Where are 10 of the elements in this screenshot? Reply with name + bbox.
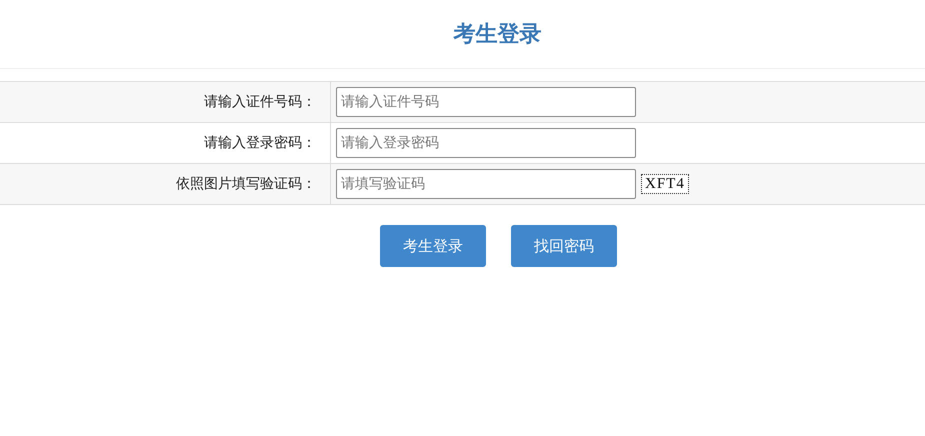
field-label: 请输入登录密码： xyxy=(204,134,316,152)
input-field[interactable]: 请输入登录密码 xyxy=(336,128,636,158)
field-label: 依照图片填写验证码： xyxy=(176,175,316,193)
input-field[interactable]: 请填写验证码 xyxy=(336,169,636,199)
captcha-image[interactable]: XFT4 xyxy=(641,174,689,194)
field-label: 请输入证件号码： xyxy=(204,93,316,111)
input-field[interactable]: 请输入证件号码 xyxy=(336,87,636,117)
page-title: 考生登录 xyxy=(454,21,542,49)
action-button[interactable]: 找回密码 xyxy=(511,225,617,267)
action-button[interactable]: 考生登录 xyxy=(380,225,486,267)
